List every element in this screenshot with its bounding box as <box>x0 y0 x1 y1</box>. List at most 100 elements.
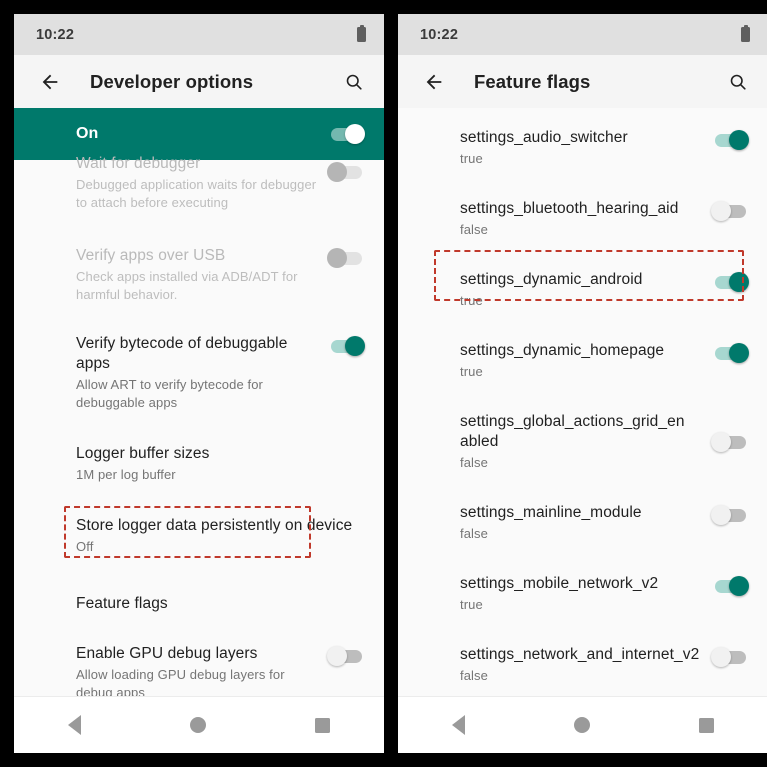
list-item-control <box>711 199 748 221</box>
settings-audio-switcher-toggle[interactable] <box>712 130 749 150</box>
settings-global-actions-grid-enabled-toggle[interactable] <box>711 432 748 452</box>
list-item-title: Verify bytecode of debuggable apps <box>76 335 288 372</box>
list-item[interactable]: Enable GPU debug layers Allow loading GP… <box>14 636 384 696</box>
list-item-title: settings_dynamic_android <box>460 271 643 288</box>
switch-thumb <box>729 130 749 150</box>
switch-thumb <box>345 124 365 144</box>
list-item[interactable]: settings_global_actions_grid_enabled fal… <box>398 393 767 484</box>
developer-options-master-switch-row[interactable]: On <box>14 108 384 160</box>
nav-back-icon[interactable] <box>68 715 82 735</box>
list-item-title: Store logger data persistently on device <box>76 517 353 534</box>
switch-thumb <box>711 201 731 221</box>
list-item[interactable]: settings_mainline_module false <box>398 484 767 555</box>
nav-home-icon[interactable] <box>573 717 590 733</box>
list-item[interactable]: Verify apps over USB Check apps installe… <box>14 226 384 318</box>
status-bar: 10:22 <box>14 14 384 55</box>
list-item-control <box>712 270 749 292</box>
verify-bytecode-toggle[interactable] <box>328 336 365 356</box>
list-item-title: settings_network_and_internet_v2 <box>460 646 700 663</box>
enable-gpu-debug-layers-toggle[interactable] <box>327 646 364 666</box>
settings-network-and-internet-v2-toggle[interactable] <box>711 647 748 667</box>
settings-dynamic-homepage-toggle[interactable] <box>712 343 749 363</box>
battery-icon <box>357 24 366 42</box>
settings-mainline-module-toggle[interactable] <box>711 505 748 525</box>
list-item-control <box>327 246 364 268</box>
switch-thumb <box>711 432 731 452</box>
master-switch-toggle[interactable] <box>328 124 365 144</box>
settings-mobile-network-v2-toggle[interactable] <box>712 576 749 596</box>
nav-recents-icon[interactable] <box>698 717 714 733</box>
list-item-texts: Feature flags <box>76 594 364 614</box>
list-item[interactable]: settings_mobile_network_v2 true <box>398 555 767 626</box>
list-item-texts: settings_network_and_internet_v2 false <box>460 645 712 685</box>
list-item-control <box>711 503 748 525</box>
list-item-subtitle: false <box>460 526 488 541</box>
list-item-control <box>712 574 749 596</box>
list-item-control <box>327 644 364 666</box>
list-item[interactable]: Verify bytecode of debuggable apps Allow… <box>14 318 384 426</box>
verify-apps-over-usb-toggle[interactable] <box>327 248 364 268</box>
switch-thumb <box>327 248 347 268</box>
list-item-texts: settings_dynamic_android true <box>460 270 712 310</box>
list-item-title: Logger buffer sizes <box>76 445 210 462</box>
list-item-subtitle: Debugged application waits for debugger … <box>76 177 317 210</box>
switch-thumb <box>729 343 749 363</box>
nav-home-icon[interactable] <box>189 717 206 733</box>
wait-for-debugger-toggle[interactable] <box>327 162 364 182</box>
sidebar-item-feature-flags[interactable]: Feature flags <box>14 570 384 636</box>
settings-dynamic-android-toggle[interactable] <box>712 272 749 292</box>
nav-back-icon[interactable] <box>452 715 466 735</box>
list-item-title: settings_global_actions_grid_enabled <box>460 413 685 450</box>
list-item-texts: Verify apps over USB Check apps installe… <box>76 246 328 304</box>
list-item[interactable]: settings_bluetooth_hearing_aid false <box>398 180 767 251</box>
switch-thumb <box>711 647 731 667</box>
master-switch-label: On <box>76 125 99 142</box>
page-title: Developer options <box>90 70 254 92</box>
list-item-texts: settings_audio_switcher true <box>460 128 712 168</box>
search-icon[interactable] <box>724 68 752 96</box>
back-arrow-icon[interactable] <box>420 68 448 96</box>
list-item-settings-dynamic-android[interactable]: settings_dynamic_android true <box>398 251 767 322</box>
app-bar: Feature flags <box>398 55 767 108</box>
screenshot-stage: 10:22 Developer options On Wait for debu… <box>0 0 767 767</box>
switch-thumb <box>345 336 365 356</box>
list-item-title: settings_mobile_network_v2 <box>460 575 659 592</box>
list-item-subtitle: true <box>460 364 483 379</box>
navigation-bar <box>14 696 384 753</box>
list-item[interactable]: settings_audio_switcher true <box>398 108 767 180</box>
list-item-texts: Wait for debugger Debugged application w… <box>76 154 328 212</box>
list-item-control <box>712 128 749 150</box>
list-item-title: settings_bluetooth_hearing_aid <box>460 200 679 217</box>
list-item-subtitle: Allow loading GPU debug layers for debug… <box>76 667 285 696</box>
page-title: Feature flags <box>474 70 591 92</box>
app-bar: Developer options <box>14 55 384 108</box>
nav-recents-icon[interactable] <box>314 717 330 733</box>
list-item[interactable]: settings_network_and_internet_v2 false <box>398 626 767 696</box>
list-item-subtitle: true <box>460 293 483 308</box>
list-item-subtitle: false <box>460 222 488 237</box>
battery-icon <box>741 24 750 42</box>
list-item-subtitle: false <box>460 455 488 470</box>
list-item-subtitle: true <box>460 597 483 612</box>
search-icon[interactable] <box>340 68 368 96</box>
left-scroll-content[interactable]: On Wait for debugger Debugged applicatio… <box>14 108 384 696</box>
list-item[interactable]: Logger buffer sizes 1M per log buffer <box>14 426 384 498</box>
status-bar-time: 10:22 <box>36 26 75 43</box>
list-item[interactable]: Store logger data persistently on device… <box>14 498 384 570</box>
list-item-subtitle: true <box>460 151 483 166</box>
list-item-texts: settings_global_actions_grid_enabled fal… <box>460 412 696 472</box>
list-item-texts: settings_mobile_network_v2 true <box>460 574 712 614</box>
status-bar: 10:22 <box>398 14 767 55</box>
list-item[interactable]: Wait for debugger Debugged application w… <box>14 154 384 226</box>
list-item-subtitle: Check apps installed via ADB/ADT for har… <box>76 269 298 302</box>
switch-thumb <box>729 272 749 292</box>
right-scroll-content[interactable]: settings_audio_switcher true settings_bl… <box>398 108 767 696</box>
list-item-subtitle: Allow ART to verify bytecode for debugga… <box>76 377 263 410</box>
list-item-title: Verify apps over USB <box>76 247 226 264</box>
list-item-title: settings_audio_switcher <box>460 129 628 146</box>
list-item[interactable]: settings_dynamic_homepage true <box>398 322 767 393</box>
list-item-texts: Enable GPU debug layers Allow loading GP… <box>76 644 328 696</box>
settings-bluetooth-hearing-aid-toggle[interactable] <box>711 201 748 221</box>
back-arrow-icon[interactable] <box>36 68 64 96</box>
right-phone-frame: 10:22 Feature flags settings_audio_switc… <box>398 14 767 753</box>
